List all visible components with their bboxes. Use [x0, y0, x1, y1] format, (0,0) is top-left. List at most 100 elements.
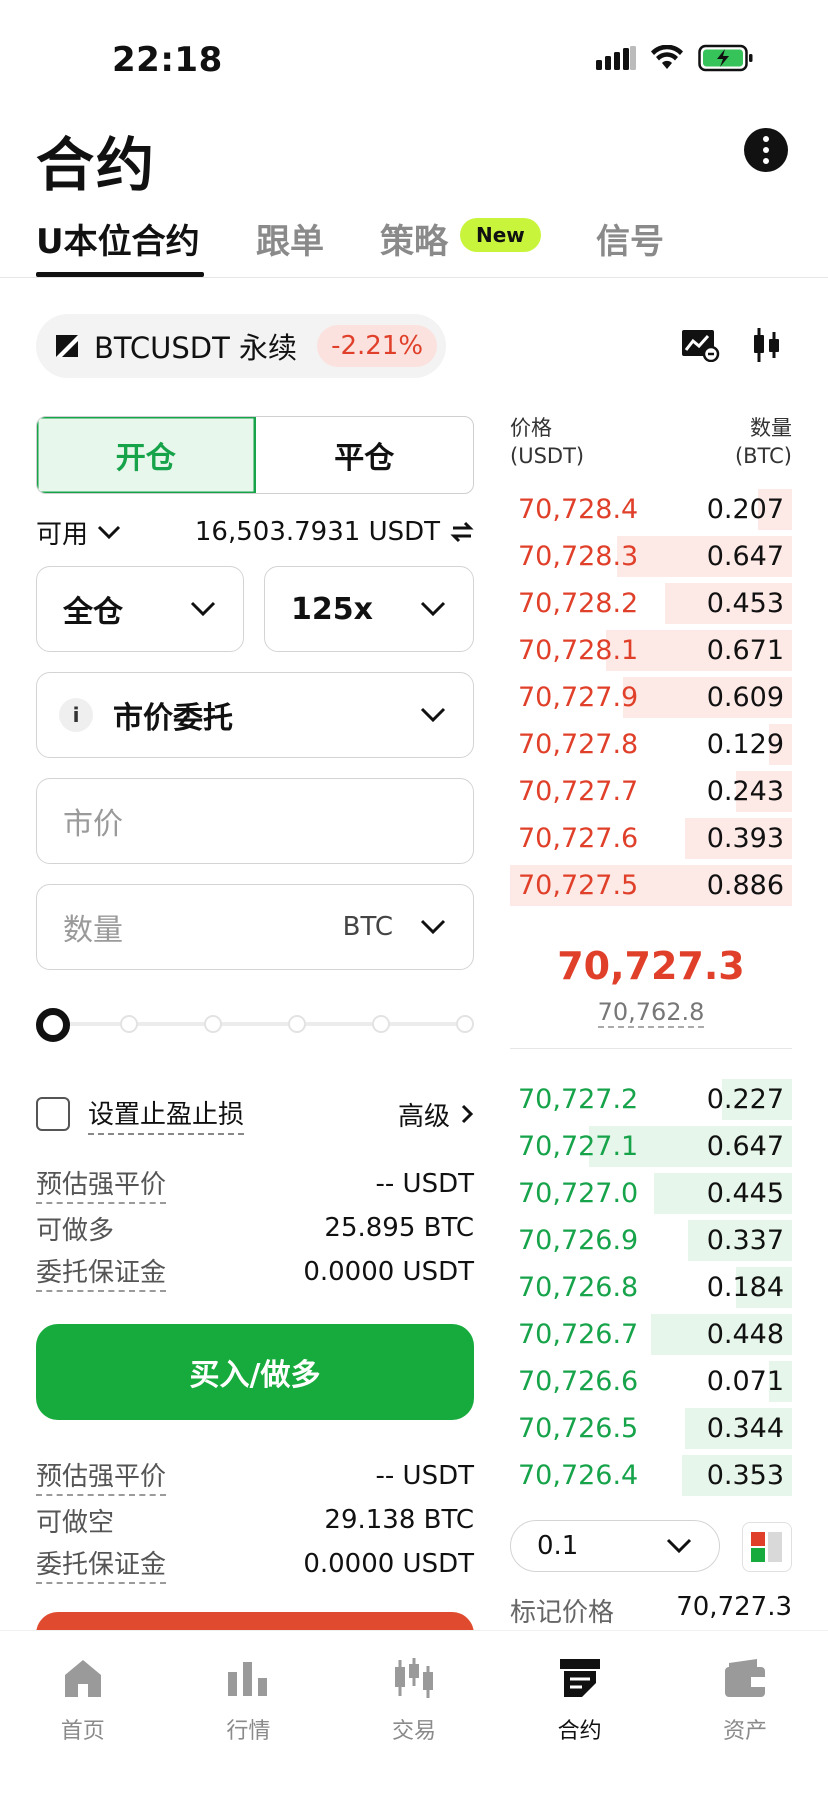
quantity-input[interactable]: 数量 BTC	[36, 884, 474, 970]
price-input[interactable]: 市价	[36, 778, 474, 864]
tpsl-label[interactable]: 设置止盈止损	[88, 1094, 245, 1135]
info-value: 0.0000 USDT	[303, 1549, 474, 1579]
ask-price: 70,728.4	[518, 494, 639, 525]
candlestick-icon[interactable]	[752, 326, 782, 364]
order-type-select[interactable]: i 市价委托	[36, 672, 474, 758]
symbol-selector[interactable]: BTCUSDT 永续 -2.21%	[36, 314, 446, 378]
mark-price-value[interactable]: 70,762.8	[597, 998, 705, 1028]
price-placeholder: 市价	[63, 807, 123, 842]
ask-row[interactable]: 70,728.3 0.647	[510, 533, 792, 580]
order-book-header: 价格 (USDT) 数量 (BTC)	[510, 414, 792, 470]
info-row: 预估强平价 -- USDT	[36, 1162, 474, 1206]
ask-row[interactable]: 70,728.2 0.453	[510, 580, 792, 627]
ask-qty: 0.671	[706, 635, 784, 666]
tab-usdt-futures[interactable]: U本位合约	[36, 214, 200, 263]
nav-home[interactable]: 首页	[0, 1631, 166, 1793]
transfer-icon[interactable]	[450, 520, 474, 544]
available-dropdown[interactable]: 可用	[36, 514, 122, 551]
futures-icon	[557, 1655, 603, 1701]
info-value: -- USDT	[375, 1169, 474, 1199]
status-time: 22:18	[112, 40, 223, 80]
bid-row[interactable]: 70,726.6 0.071	[510, 1358, 792, 1405]
order-book-layout-icon[interactable]	[742, 1522, 792, 1572]
chevron-down-icon	[420, 601, 446, 617]
ask-price: 70,727.5	[518, 870, 639, 901]
info-label[interactable]: 预估强平价	[36, 1456, 167, 1496]
bid-qty: 0.448	[706, 1319, 784, 1350]
mark-price-mid: 70,762.8	[510, 998, 792, 1028]
depth-step-select[interactable]: 0.1	[510, 1520, 720, 1572]
nav-assets[interactable]: 资产	[662, 1631, 828, 1793]
tab-copy-trading[interactable]: 跟单	[256, 214, 324, 263]
chevron-down-icon	[190, 601, 216, 617]
chart-icon[interactable]	[680, 328, 720, 362]
info-label: 可做空	[36, 1507, 115, 1538]
close-position-tab[interactable]: 平仓	[256, 417, 474, 493]
slider-node-25[interactable]	[120, 1015, 138, 1033]
bid-qty: 0.227	[706, 1084, 784, 1115]
slider-node-max[interactable]	[456, 1015, 474, 1033]
slider-node-100[interactable]	[372, 1015, 390, 1033]
quantity-unit-select[interactable]: BTC	[343, 912, 447, 942]
bid-qty: 0.344	[706, 1413, 784, 1444]
bid-row[interactable]: 70,726.8 0.184	[510, 1264, 792, 1311]
margin-mode-select[interactable]: 全仓	[36, 566, 244, 652]
nav-trade[interactable]: 交易	[331, 1631, 497, 1793]
mark-price-row: 标记价格 70,727.3	[510, 1592, 792, 1629]
info-icon[interactable]: i	[59, 698, 93, 732]
slider-node-75[interactable]	[288, 1015, 306, 1033]
slider-node-50[interactable]	[204, 1015, 222, 1033]
advanced-link[interactable]: 高级	[398, 1096, 474, 1133]
quantity-slider[interactable]	[36, 1004, 474, 1044]
more-dot-icon	[763, 147, 769, 153]
slider-handle[interactable]	[36, 1008, 70, 1042]
bid-row[interactable]: 70,727.2 0.227	[510, 1076, 792, 1123]
more-options-button[interactable]	[744, 128, 788, 172]
tab-strategy[interactable]: 策略	[380, 214, 448, 263]
ask-price: 70,727.8	[518, 729, 639, 760]
nav-label: 首页	[60, 1719, 105, 1744]
bid-qty: 0.337	[706, 1225, 784, 1256]
info-label[interactable]: 委托保证金	[36, 1252, 167, 1292]
bid-row[interactable]: 70,726.7 0.448	[510, 1311, 792, 1358]
bid-row[interactable]: 70,726.9 0.337	[510, 1217, 792, 1264]
open-position-tab[interactable]: 开仓	[37, 417, 256, 493]
ask-row[interactable]: 70,727.5 0.886	[510, 862, 792, 909]
ask-row[interactable]: 70,727.6 0.393	[510, 815, 792, 862]
chevron-down-icon	[420, 919, 446, 935]
bid-price: 70,726.4	[518, 1460, 639, 1491]
trade-icon	[391, 1655, 437, 1701]
more-dot-icon	[763, 158, 769, 164]
bid-list: 70,727.2 0.227 70,727.1 0.647 70,727.0 0.445 7…	[510, 1076, 792, 1499]
price-header: 价格	[510, 416, 552, 440]
ask-row[interactable]: 70,727.8 0.129	[510, 721, 792, 768]
bottom-nav: 首页 行情 交易 合约 资产	[0, 1630, 828, 1793]
mark-price-label: 标记价格	[510, 1598, 615, 1628]
available-value: 16,503.7931 USDT	[194, 517, 440, 547]
leverage-select[interactable]: 125x	[264, 566, 474, 652]
ask-qty: 0.886	[706, 870, 784, 901]
bid-row[interactable]: 70,727.0 0.445	[510, 1170, 792, 1217]
nav-futures[interactable]: 合约	[497, 1631, 663, 1793]
tpsl-checkbox[interactable]	[36, 1097, 70, 1131]
nav-market[interactable]: 行情	[166, 1631, 332, 1793]
bid-row[interactable]: 70,726.5 0.344	[510, 1405, 792, 1452]
buy-long-button[interactable]: 买入/做多	[36, 1324, 474, 1420]
ask-row[interactable]: 70,728.1 0.671	[510, 627, 792, 674]
bid-row[interactable]: 70,727.1 0.647	[510, 1123, 792, 1170]
bid-row[interactable]: 70,726.4 0.353	[510, 1452, 792, 1499]
qty-header-unit: (BTC)	[734, 444, 792, 468]
tab-signal[interactable]: 信号	[596, 214, 664, 263]
info-row: 可做空 29.138 BTC	[36, 1498, 474, 1542]
price-header-unit: (USDT)	[510, 444, 585, 468]
status-bar: 22:18	[0, 0, 828, 110]
ask-row[interactable]: 70,727.9 0.609	[510, 674, 792, 721]
ask-row[interactable]: 70,727.7 0.243	[510, 768, 792, 815]
info-label[interactable]: 预估强平价	[36, 1164, 167, 1204]
nav-label: 交易	[391, 1719, 436, 1744]
bid-price: 70,726.6	[518, 1366, 639, 1397]
short-info-list: 预估强平价 -- USDT 可做空 29.138 BTC 委托保证金 0.000…	[36, 1454, 474, 1586]
info-label[interactable]: 委托保证金	[36, 1544, 167, 1584]
chevron-right-icon	[461, 1104, 474, 1124]
ask-row[interactable]: 70,728.4 0.207	[510, 486, 792, 533]
